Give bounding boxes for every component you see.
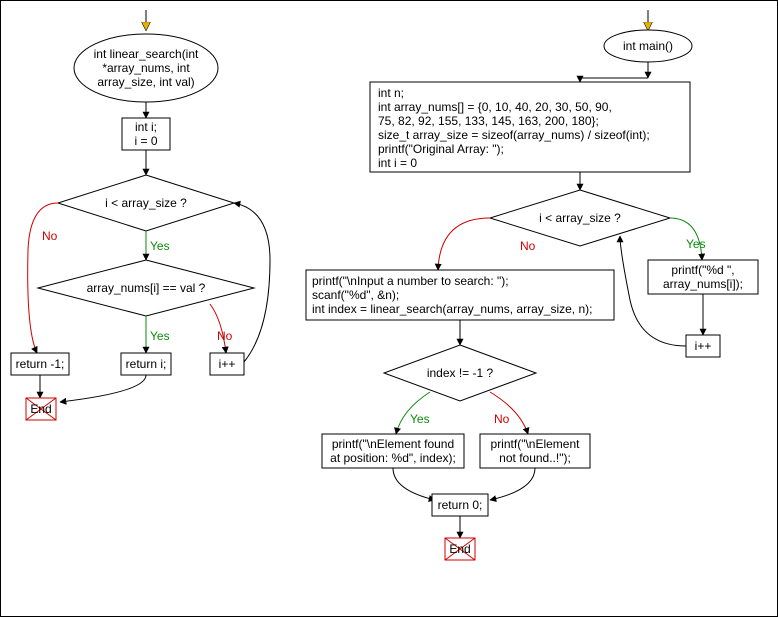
text: array_size, int val) <box>97 75 194 89</box>
text: int i; <box>135 120 157 134</box>
edge-label-no: No <box>494 412 510 426</box>
edge-label-no: No <box>217 329 233 343</box>
text: printf("Original Array: "); <box>378 142 504 156</box>
text: int main() <box>623 39 673 53</box>
edge-label-no: No <box>520 239 536 253</box>
text: 75, 82, 92, 155, 133, 145, 163, 200, 180… <box>378 114 599 128</box>
text: i = 0 <box>134 134 157 148</box>
text: int i = 0 <box>378 156 417 170</box>
end-right: End <box>445 538 475 560</box>
text: index != -1 ? <box>427 366 494 380</box>
text: return -1; <box>16 357 65 371</box>
edge-label-yes: Yes <box>150 239 170 253</box>
svg-text:int i;: int i; <box>135 120 157 134</box>
svg-text:End: End <box>449 542 470 556</box>
svg-text:int index = linear_search(arra: int index = linear_search(array_nums, ar… <box>312 302 592 316</box>
svg-text:int array_nums[] = {0, 10, 40,: int array_nums[] = {0, 10, 40, 20, 30, 5… <box>378 100 612 114</box>
text: i++ <box>219 357 236 371</box>
svg-text:array_nums[i] == val ?: array_nums[i] == val ? <box>87 281 206 295</box>
svg-text:index != -1 ?: index != -1 ? <box>427 366 494 380</box>
svg-text:int n;: int n; <box>378 86 404 100</box>
text: printf("\nElement found <box>332 437 454 451</box>
text: printf("%d ", <box>671 263 734 277</box>
text: i++ <box>695 339 712 353</box>
svg-text:End: End <box>30 402 51 416</box>
svg-text:array_nums[i]);: array_nums[i]); <box>663 277 743 291</box>
text: scanf("%d", &n); <box>312 288 399 302</box>
svg-text:i < array_size ?: i < array_size ? <box>539 211 621 225</box>
text: End <box>30 402 51 416</box>
svg-text:i < array_size ?: i < array_size ? <box>105 196 187 210</box>
svg-text:i++: i++ <box>219 357 236 371</box>
svg-text:printf("\nElement: printf("\nElement <box>491 437 581 451</box>
svg-text:printf("\nInput a number to se: printf("\nInput a number to search: "); <box>312 274 509 288</box>
text: array_nums[i] == val ? <box>87 281 206 295</box>
text: return i; <box>126 357 167 371</box>
text: not found..!"); <box>499 451 571 465</box>
text: End <box>449 542 470 556</box>
svg-text:printf("%d ",: printf("%d ", <box>671 263 734 277</box>
edge-label-yes: Yes <box>410 412 430 426</box>
edge-label-yes: Yes <box>150 329 170 343</box>
text: i < array_size ? <box>105 196 187 210</box>
svg-text:size_t array_size = sizeof(arr: size_t array_size = sizeof(array_nums) /… <box>378 128 650 142</box>
edge-label-yes: Yes <box>686 237 706 251</box>
svg-text:scanf("%d", &n);: scanf("%d", &n); <box>312 288 399 302</box>
svg-text:int i = 0: int i = 0 <box>378 156 417 170</box>
svg-text:i = 0: i = 0 <box>134 134 157 148</box>
text: printf("\nInput a number to search: "); <box>312 274 509 288</box>
text: i < array_size ? <box>539 211 621 225</box>
svg-text:return -1;: return -1; <box>16 357 65 371</box>
svg-text:printf("Original Array: ");: printf("Original Array: "); <box>378 142 504 156</box>
svg-text:array_size, int val): array_size, int val) <box>97 75 194 89</box>
svg-text:return i;: return i; <box>126 357 167 371</box>
text: return 0; <box>438 498 483 512</box>
text: size_t array_size = sizeof(array_nums) /… <box>378 128 650 142</box>
svg-text:int main(): int main() <box>623 39 673 53</box>
text: int n; <box>378 86 404 100</box>
text: int array_nums[] = {0, 10, 40, 20, 30, 5… <box>378 100 612 114</box>
svg-text:int linear_search(int: int linear_search(int <box>94 47 199 61</box>
svg-text:i++: i++ <box>695 339 712 353</box>
text: printf("\nElement <box>491 437 581 451</box>
text: int index = linear_search(array_nums, ar… <box>312 302 592 316</box>
end-left: End <box>26 398 56 420</box>
svg-text:printf("\nElement found: printf("\nElement found <box>332 437 454 451</box>
text: at position: %d", index); <box>330 451 456 465</box>
text: int linear_search(int <box>94 47 199 61</box>
text: array_nums[i]); <box>663 277 743 291</box>
flowchart-diagram: int linear_search(int *array_nums, int a… <box>0 0 778 617</box>
svg-text:75, 82, 92, 155, 133, 145, 163: 75, 82, 92, 155, 133, 145, 163, 200, 180… <box>378 114 599 128</box>
svg-text:return 0;: return 0; <box>438 498 483 512</box>
svg-text:at position: %d", index);: at position: %d", index); <box>330 451 456 465</box>
text: *array_nums, int <box>102 61 190 75</box>
edge-label-no: No <box>42 229 58 243</box>
svg-text:*array_nums, int: *array_nums, int <box>102 61 190 75</box>
svg-text:not found..!");: not found..!"); <box>499 451 571 465</box>
